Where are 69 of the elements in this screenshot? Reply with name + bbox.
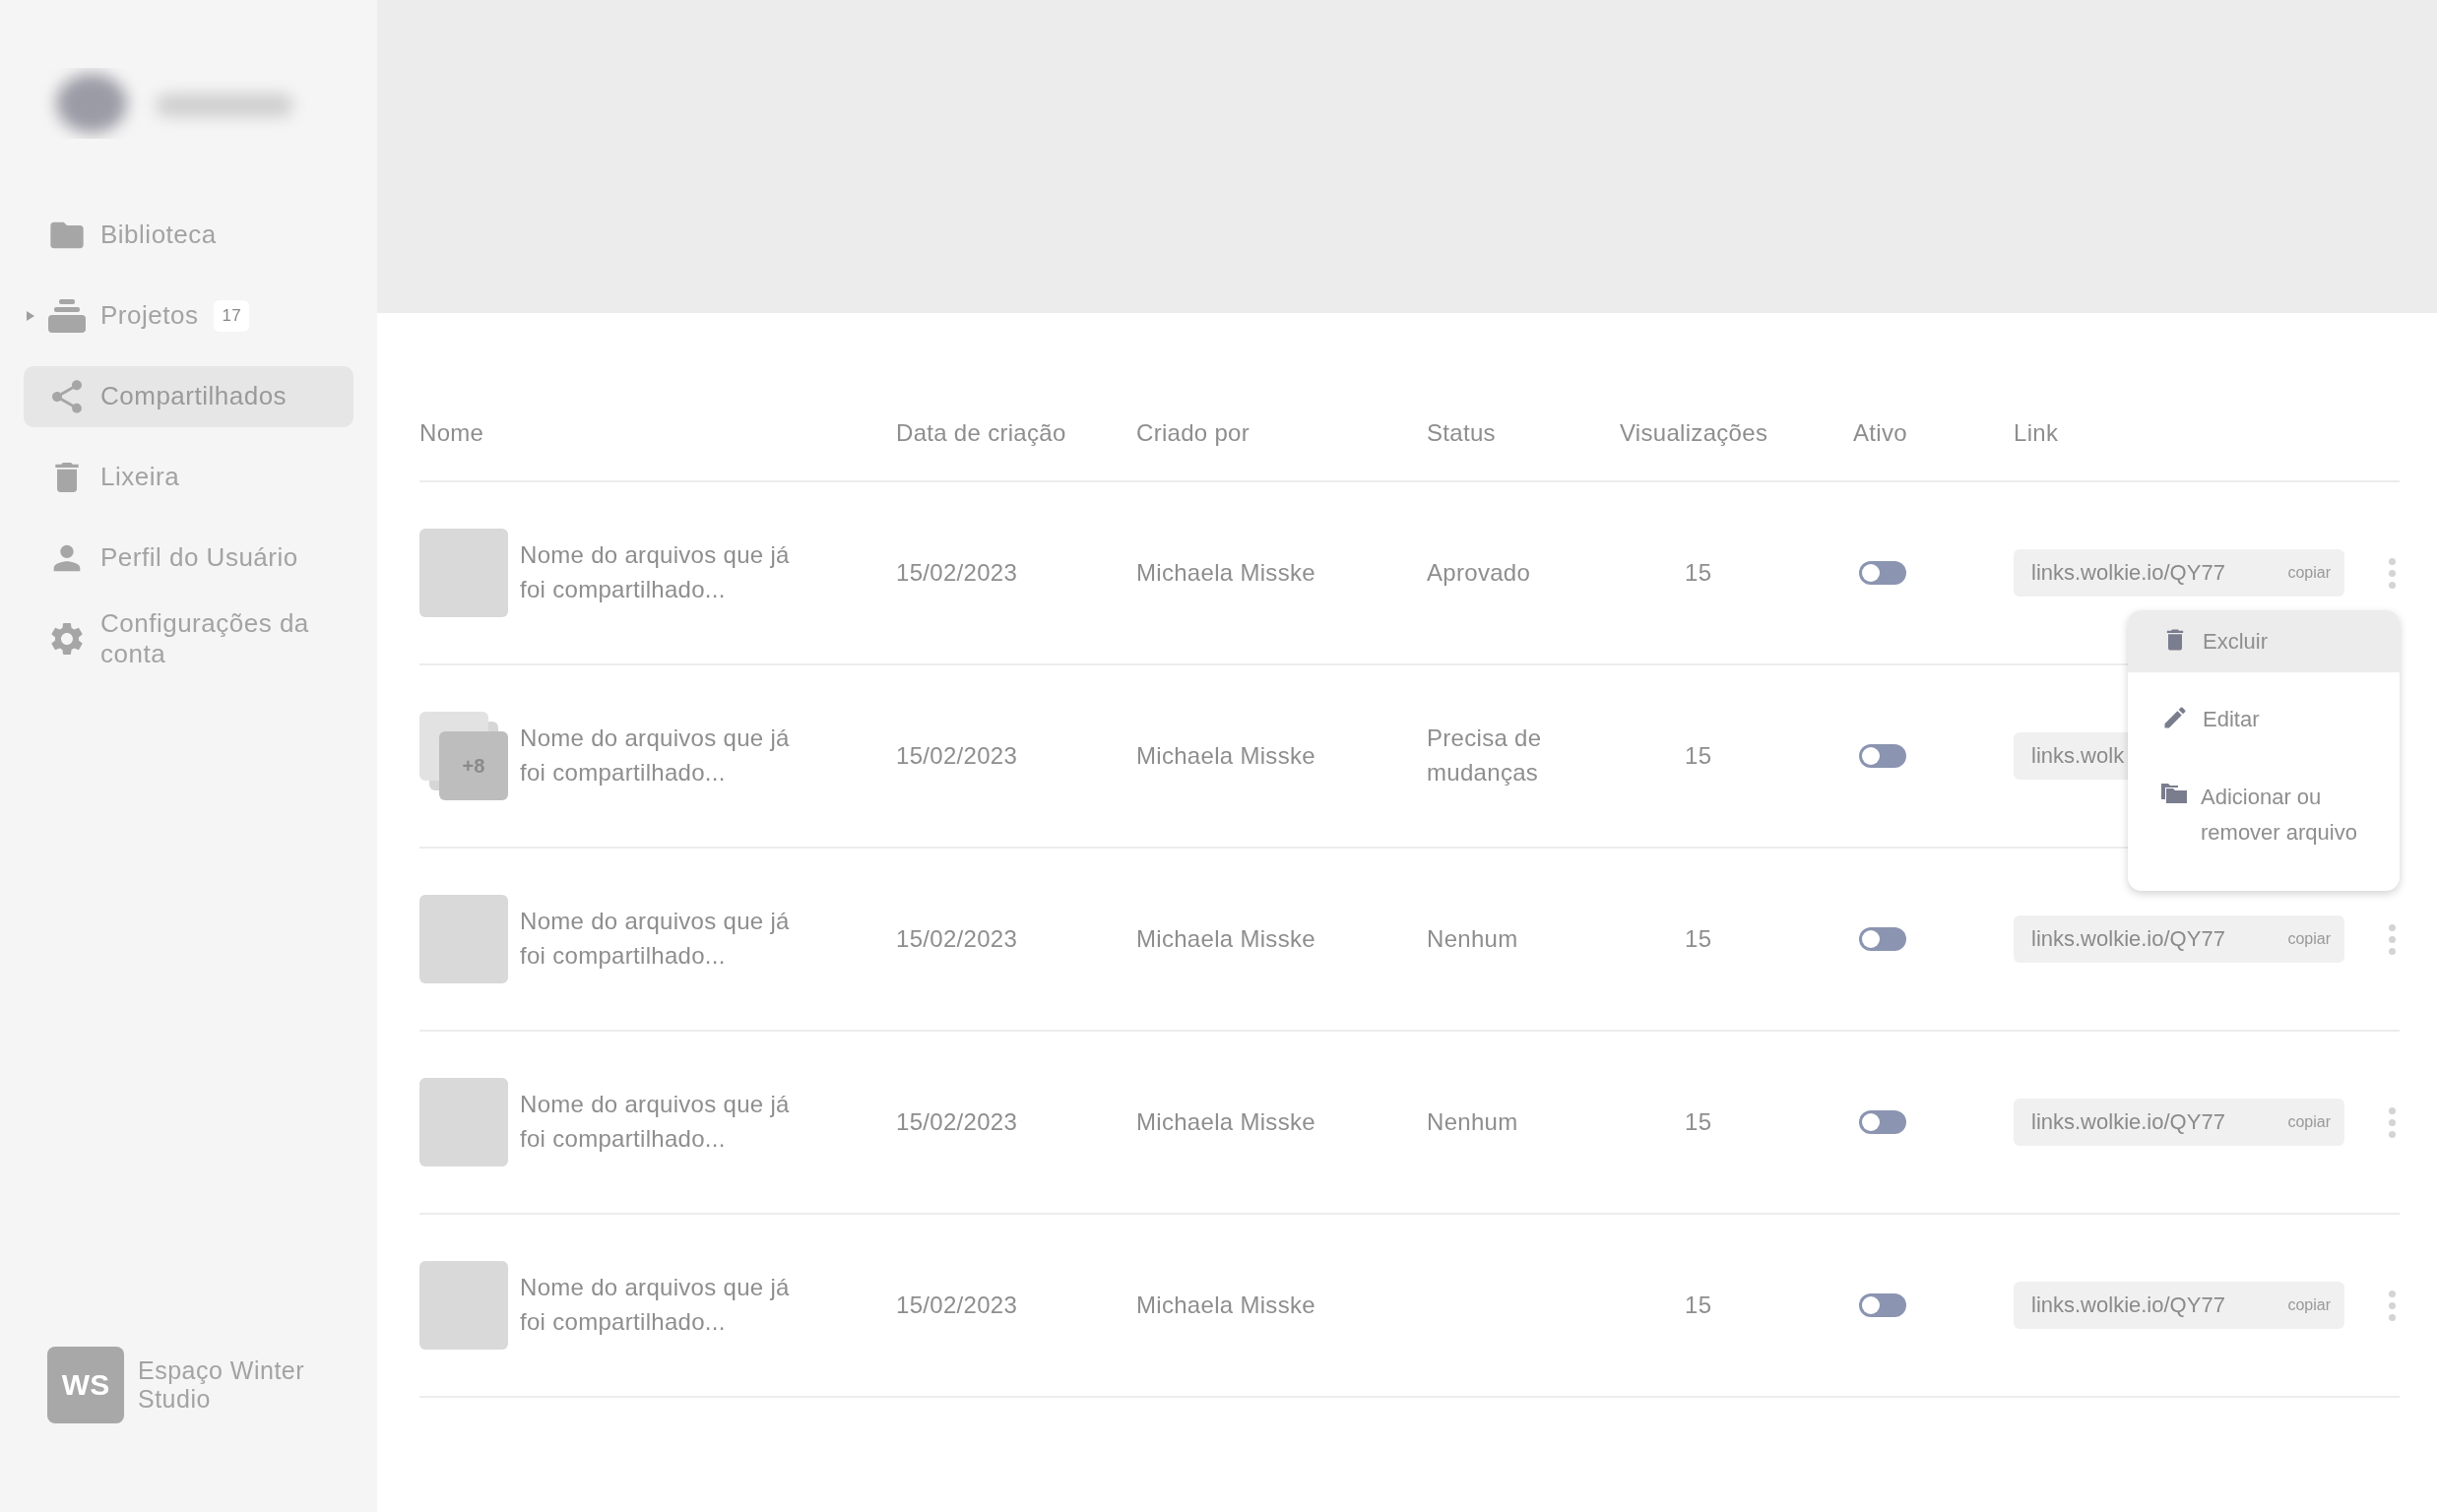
author-cell-text: Michaela Misske: [1136, 1106, 1315, 1137]
caret-icon[interactable]: [26, 310, 35, 322]
views-cell-text: 15: [1685, 923, 1712, 954]
sidebar-item[interactable]: Lixeira: [24, 447, 353, 508]
sidebar-label: Projetos: [100, 300, 199, 332]
menu-label: Excluir: [2203, 628, 2268, 656]
file-name: Nome do arquivos que já foi compartilhado...: [520, 724, 791, 788]
active-toggle[interactable]: [1859, 927, 1906, 951]
link-text[interactable]: links.wolkie.io/QY77: [2031, 1109, 2225, 1135]
stack-icon: [48, 299, 86, 333]
workspace-avatar: WS: [47, 1347, 124, 1423]
author-cell-text: Michaela Misske: [1136, 1290, 1315, 1320]
column-header: Data de criação: [896, 419, 1067, 447]
column-header: Link: [2014, 419, 2060, 447]
author-cell-text: Michaela Misske: [1136, 740, 1315, 771]
sidebar-item[interactable]: Biblioteca: [24, 205, 353, 266]
status-cell-text: Precisa de mudanças: [1427, 724, 1543, 788]
count-badge: 17: [214, 299, 250, 333]
copy-button[interactable]: copiar: [2287, 930, 2331, 948]
active-toggle[interactable]: [1859, 1293, 1906, 1317]
file-name: Nome do arquivos que já foi compartilhado...: [520, 1273, 791, 1337]
link-text[interactable]: links.wolk: [2031, 743, 2125, 769]
link-text[interactable]: links.wolkie.io/QY77: [2031, 1292, 2225, 1318]
active-toggle[interactable]: [1859, 744, 1906, 768]
status-cell-text: Aprovado: [1427, 557, 1531, 588]
menu-item[interactable]: Editar: [2128, 688, 2400, 751]
menu-item[interactable]: Adicionar ou remover arquivo: [2128, 766, 2400, 863]
menu-label: Adicionar ou remover arquivo: [2201, 784, 2358, 847]
sidebar-label: Biblioteca: [100, 220, 217, 251]
sidebar-label: Compartilhados: [100, 381, 288, 412]
active-toggle[interactable]: [1859, 561, 1906, 585]
copy-button[interactable]: copiar: [2287, 564, 2331, 582]
file-name: Nome do arquivos que já foi compartilhado...: [520, 1090, 791, 1154]
sidebar-item[interactable]: Projetos 17: [24, 285, 353, 346]
date-cell-text: 15/02/2023: [896, 557, 1018, 588]
date-cell-text: 15/02/2023: [896, 1106, 1018, 1137]
column-header: Visualizações: [1620, 419, 1769, 447]
status-cell-text: Nenhum: [1427, 1106, 1518, 1137]
active-toggle[interactable]: [1859, 1110, 1906, 1134]
views-cell-text: 15: [1685, 740, 1712, 771]
status-cell-text: Nenhum: [1427, 923, 1518, 954]
copy-button[interactable]: copiar: [2287, 1113, 2331, 1131]
column-header: Ativo: [1853, 419, 1908, 447]
file-name: Nome do arquivos que já foi compartilhado...: [520, 540, 791, 604]
sidebar-item[interactable]: Configurações da conta: [24, 608, 353, 670]
sidebar-item[interactable]: Perfil do Usuário: [24, 528, 353, 589]
link-text[interactable]: links.wolkie.io/QY77: [2031, 560, 2225, 586]
date-cell-text: 15/02/2023: [896, 740, 1018, 771]
sidebar-label: Configurações da conta: [100, 608, 310, 670]
link-text[interactable]: links.wolkie.io/QY77: [2031, 926, 2225, 952]
sidebar-item[interactable]: Compartilhados: [24, 366, 353, 427]
column-header: Criado por: [1136, 419, 1251, 447]
copy-button[interactable]: copiar: [2287, 1296, 2331, 1314]
date-cell-text: 15/02/2023: [896, 923, 1018, 954]
column-header: Status: [1427, 419, 1497, 447]
folders-icon: [2161, 782, 2187, 804]
author-cell-text: Michaela Misske: [1136, 923, 1315, 954]
menu-label: Editar: [2203, 706, 2260, 734]
workspace-name: Espaço Winter Studio: [138, 1356, 306, 1414]
column-header: Nome: [419, 419, 485, 447]
views-cell-text: 15: [1685, 1106, 1712, 1137]
menu-item[interactable]: Excluir: [2128, 610, 2400, 673]
date-cell-text: 15/02/2023: [896, 1290, 1018, 1320]
views-cell-text: 15: [1685, 557, 1712, 588]
author-cell-text: Michaela Misske: [1136, 557, 1315, 588]
sidebar-label: Perfil do Usuário: [100, 542, 298, 574]
file-name: Nome do arquivos que já foi compartilhado...: [520, 907, 791, 971]
views-cell-text: 15: [1685, 1290, 1712, 1320]
sidebar-label: Lixeira: [100, 462, 180, 493]
